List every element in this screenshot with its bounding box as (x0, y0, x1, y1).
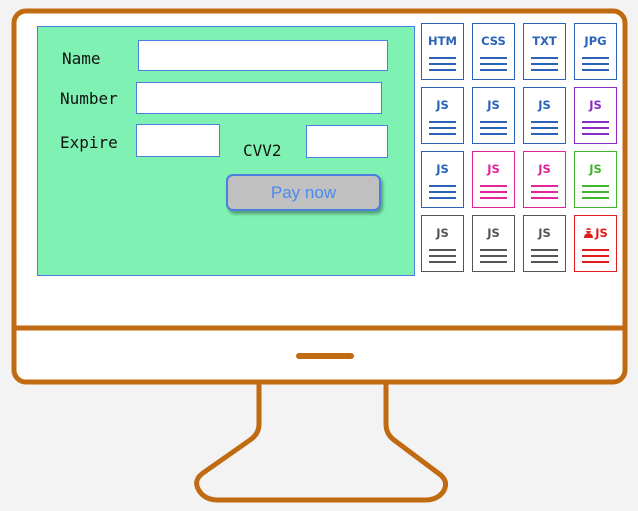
resource-file-label: JS (595, 226, 608, 240)
file-line-decoration (582, 249, 609, 251)
resource-file-label: JS (538, 162, 551, 176)
file-line-decoration (582, 191, 609, 193)
file-line-decoration (480, 249, 507, 251)
file-line-decoration (429, 63, 456, 65)
number-input[interactable] (136, 82, 382, 114)
resource-file-js: JS (472, 151, 515, 208)
file-line-decoration (429, 133, 456, 135)
number-label: Number (60, 89, 118, 108)
file-line-decoration (582, 63, 609, 65)
illustration: Name Number Expire CVV2 Pay now HTM CSS TX… (0, 0, 638, 511)
file-line-decoration (582, 69, 609, 71)
resource-file-label: JS (487, 162, 500, 176)
file-line-decoration (582, 121, 609, 123)
monitor-stand (194, 384, 449, 503)
cvv-label: CVV2 (243, 141, 282, 160)
file-line-decoration (480, 261, 507, 263)
resource-file-js: JS (523, 215, 566, 272)
file-line-decoration (531, 249, 558, 251)
resource-file-js: JS (472, 87, 515, 144)
file-line-decoration (531, 121, 558, 123)
hacker-icon (583, 226, 595, 240)
resource-file-label: JS (589, 162, 602, 176)
expire-input[interactable] (136, 124, 220, 157)
resource-file-jpg: JPG (574, 23, 617, 80)
resource-file-js: JS (421, 151, 464, 208)
file-line-decoration (480, 57, 507, 59)
file-line-decoration (531, 127, 558, 129)
resource-file-js: JS (574, 215, 617, 272)
file-line-decoration (531, 57, 558, 59)
file-line-decoration (429, 57, 456, 59)
file-line-decoration (531, 185, 558, 187)
resource-file-htm: HTM (421, 23, 464, 80)
file-line-decoration (531, 191, 558, 193)
resource-file-js: JS (523, 87, 566, 144)
name-input[interactable] (138, 40, 388, 71)
pay-now-button[interactable]: Pay now (226, 174, 381, 211)
file-line-decoration (582, 57, 609, 59)
file-line-decoration (531, 63, 558, 65)
resource-file-label-wrap: JS (575, 226, 616, 240)
file-line-decoration (429, 255, 456, 257)
file-line-decoration (480, 185, 507, 187)
resource-file-js: JS (472, 215, 515, 272)
file-line-decoration (582, 185, 609, 187)
resource-file-js: JS (523, 151, 566, 208)
resource-file-label: JS (589, 98, 602, 112)
file-line-decoration (531, 133, 558, 135)
resource-file-js: JS (421, 87, 464, 144)
resource-file-label: JPG (584, 34, 607, 48)
file-line-decoration (582, 261, 609, 263)
file-line-decoration (582, 133, 609, 135)
resource-file-label: JS (436, 162, 449, 176)
file-line-decoration (429, 197, 456, 199)
payment-form: Name Number Expire CVV2 Pay now (37, 26, 415, 276)
name-label: Name (62, 49, 101, 68)
file-line-decoration (582, 197, 609, 199)
file-line-decoration (480, 133, 507, 135)
expire-label: Expire (60, 133, 118, 152)
file-line-decoration (480, 255, 507, 257)
file-line-decoration (480, 127, 507, 129)
file-line-decoration (480, 197, 507, 199)
file-line-decoration (582, 255, 609, 257)
resource-file-label: TXT (532, 34, 557, 48)
file-line-decoration (582, 127, 609, 129)
resource-file-label: JS (487, 98, 500, 112)
file-line-decoration (429, 185, 456, 187)
cvv-input[interactable] (306, 125, 388, 158)
resource-file-js: JS (574, 87, 617, 144)
file-line-decoration (480, 121, 507, 123)
resource-file-css: CSS (472, 23, 515, 80)
file-line-decoration (429, 127, 456, 129)
resource-file-label: JS (436, 98, 449, 112)
resource-file-label: JS (436, 226, 449, 240)
file-line-decoration (480, 63, 507, 65)
file-line-decoration (429, 121, 456, 123)
file-line-decoration (480, 191, 507, 193)
resource-file-label: HTM (428, 34, 457, 48)
resource-file-label: CSS (481, 34, 506, 48)
file-line-decoration (429, 69, 456, 71)
resource-file-label: JS (538, 226, 551, 240)
resource-file-label: JS (538, 98, 551, 112)
file-line-decoration (531, 69, 558, 71)
file-line-decoration (429, 191, 456, 193)
file-line-decoration (429, 261, 456, 263)
file-line-decoration (531, 197, 558, 199)
file-line-decoration (531, 255, 558, 257)
file-line-decoration (480, 69, 507, 71)
resource-file-txt: TXT (523, 23, 566, 80)
file-line-decoration (531, 261, 558, 263)
resource-file-js: JS (421, 215, 464, 272)
file-line-decoration (429, 249, 456, 251)
resource-file-label: JS (487, 226, 500, 240)
resource-file-js: JS (574, 151, 617, 208)
